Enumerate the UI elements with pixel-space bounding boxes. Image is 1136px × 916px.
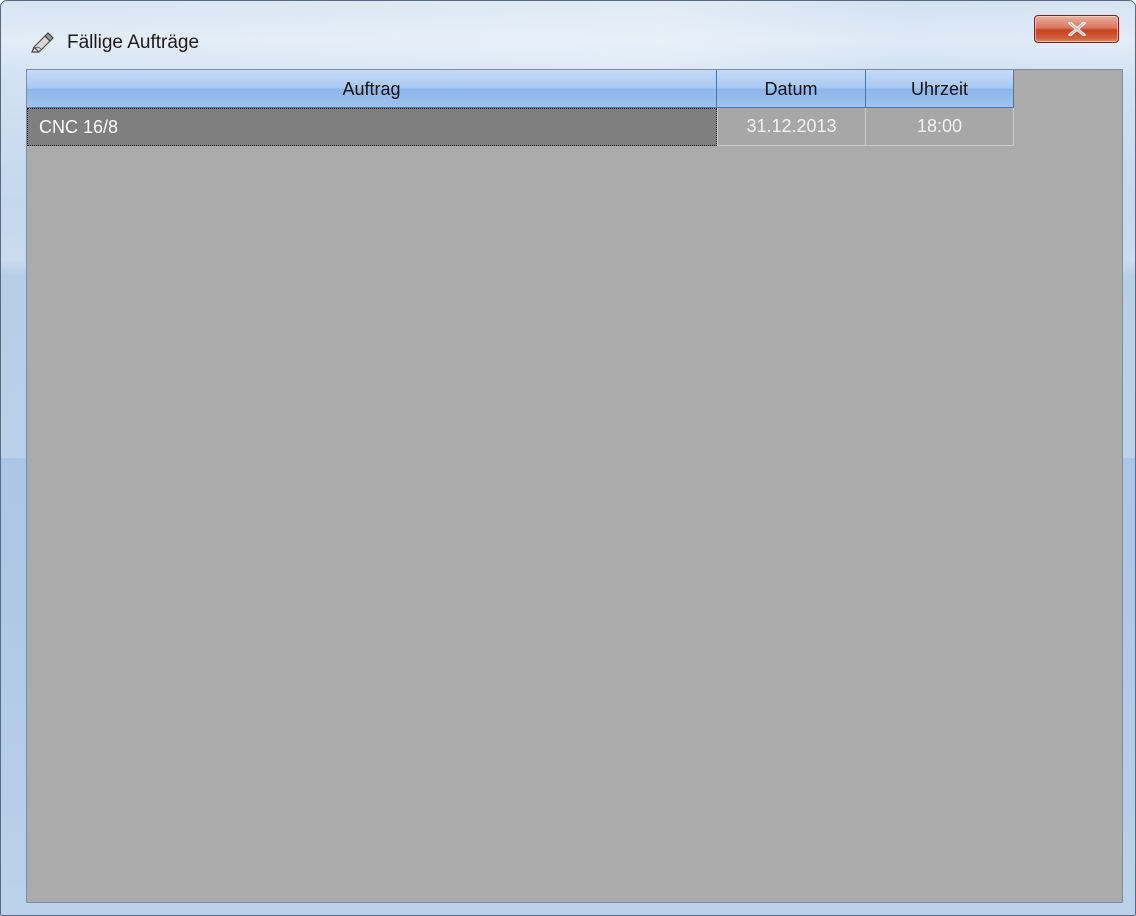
cell-datum[interactable]: 31.12.2013 <box>717 108 866 146</box>
pencil-edit-icon <box>31 31 55 53</box>
column-header-uhrzeit[interactable]: Uhrzeit <box>866 70 1014 108</box>
close-icon <box>1068 22 1086 36</box>
orders-grid[interactable]: Auftrag Datum Uhrzeit CNC 16/8 31.12.201… <box>26 69 1123 903</box>
grid-header: Auftrag Datum Uhrzeit <box>27 70 1014 108</box>
table-row[interactable]: CNC 16/8 31.12.2013 18:00 <box>27 108 1014 146</box>
close-button[interactable] <box>1034 15 1119 43</box>
window: Fällige Aufträge Auftrag Datum Uhrzeit C… <box>0 0 1136 916</box>
window-title: Fällige Aufträge <box>67 32 200 53</box>
column-header-auftrag[interactable]: Auftrag <box>27 70 717 108</box>
title-bar[interactable]: Fällige Aufträge <box>1 1 1135 61</box>
cell-uhrzeit[interactable]: 18:00 <box>866 108 1014 146</box>
column-header-datum[interactable]: Datum <box>717 70 866 108</box>
cell-auftrag[interactable]: CNC 16/8 <box>27 108 717 146</box>
